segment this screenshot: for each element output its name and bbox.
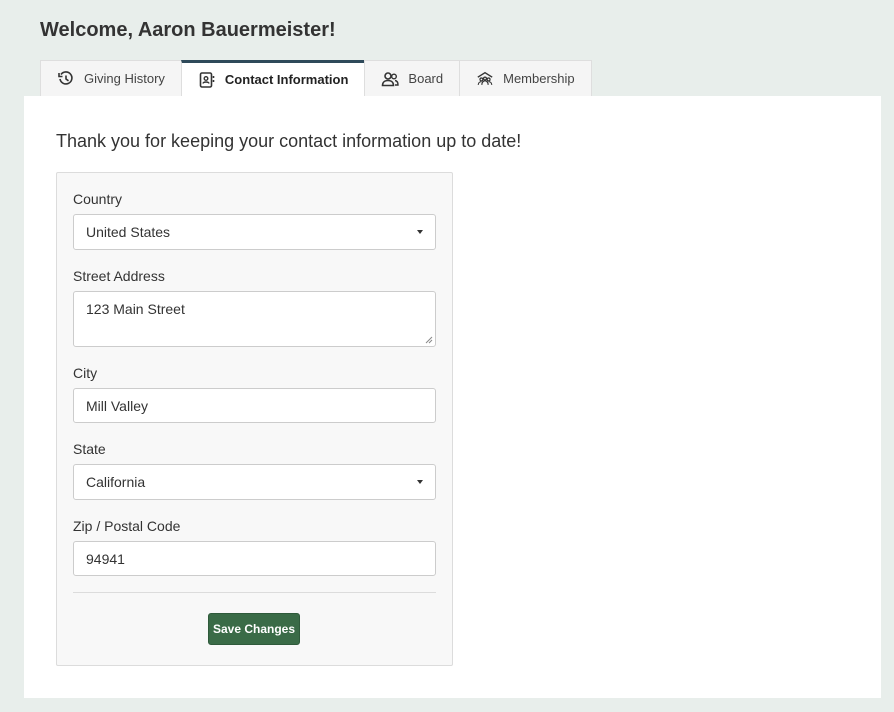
resize-handle-icon[interactable] [425, 336, 433, 344]
city-field[interactable]: Mill Valley [73, 388, 436, 423]
zip-field[interactable]: 94941 [73, 541, 436, 576]
street-address-value: 123 Main Street [86, 301, 185, 317]
caret-down-icon [417, 480, 423, 484]
tab-contact-information[interactable]: Contact Information [180, 60, 366, 96]
contact-card-icon [198, 71, 216, 89]
country-label: Country [73, 191, 123, 207]
street-address-field[interactable]: 123 Main Street [73, 291, 436, 347]
city-value: Mill Valley [86, 397, 148, 414]
zip-label: Zip / Postal Code [73, 518, 181, 534]
tab-board[interactable]: Board [364, 60, 461, 96]
history-icon [57, 70, 75, 88]
state-value: California [86, 474, 146, 490]
page-title: Welcome, Aaron Bauermeister! [40, 19, 336, 41]
people-icon [381, 70, 400, 88]
tab-membership[interactable]: Membership [459, 60, 592, 96]
state-label: State [73, 441, 106, 457]
country-select[interactable]: United States [73, 214, 436, 250]
zip-value: 94941 [86, 550, 125, 567]
country-value: United States [86, 224, 171, 240]
tab-label: Contact Information [224, 72, 349, 87]
tab-label: Giving History [84, 71, 165, 86]
community-icon [476, 70, 494, 88]
tab-label: Membership [503, 71, 575, 86]
tab-bar: Giving History Contact Information Board… [40, 60, 592, 96]
street-address-label: Street Address [73, 268, 165, 284]
caret-down-icon [417, 230, 423, 234]
save-changes-button[interactable]: Save Changes [208, 613, 300, 645]
state-select[interactable]: California [73, 464, 436, 500]
form-divider [73, 592, 436, 593]
tab-giving-history[interactable]: Giving History [40, 60, 182, 96]
city-label: City [73, 365, 98, 381]
tab-label: Board [408, 71, 444, 86]
intro-text: Thank you for keeping your contact infor… [56, 131, 522, 151]
